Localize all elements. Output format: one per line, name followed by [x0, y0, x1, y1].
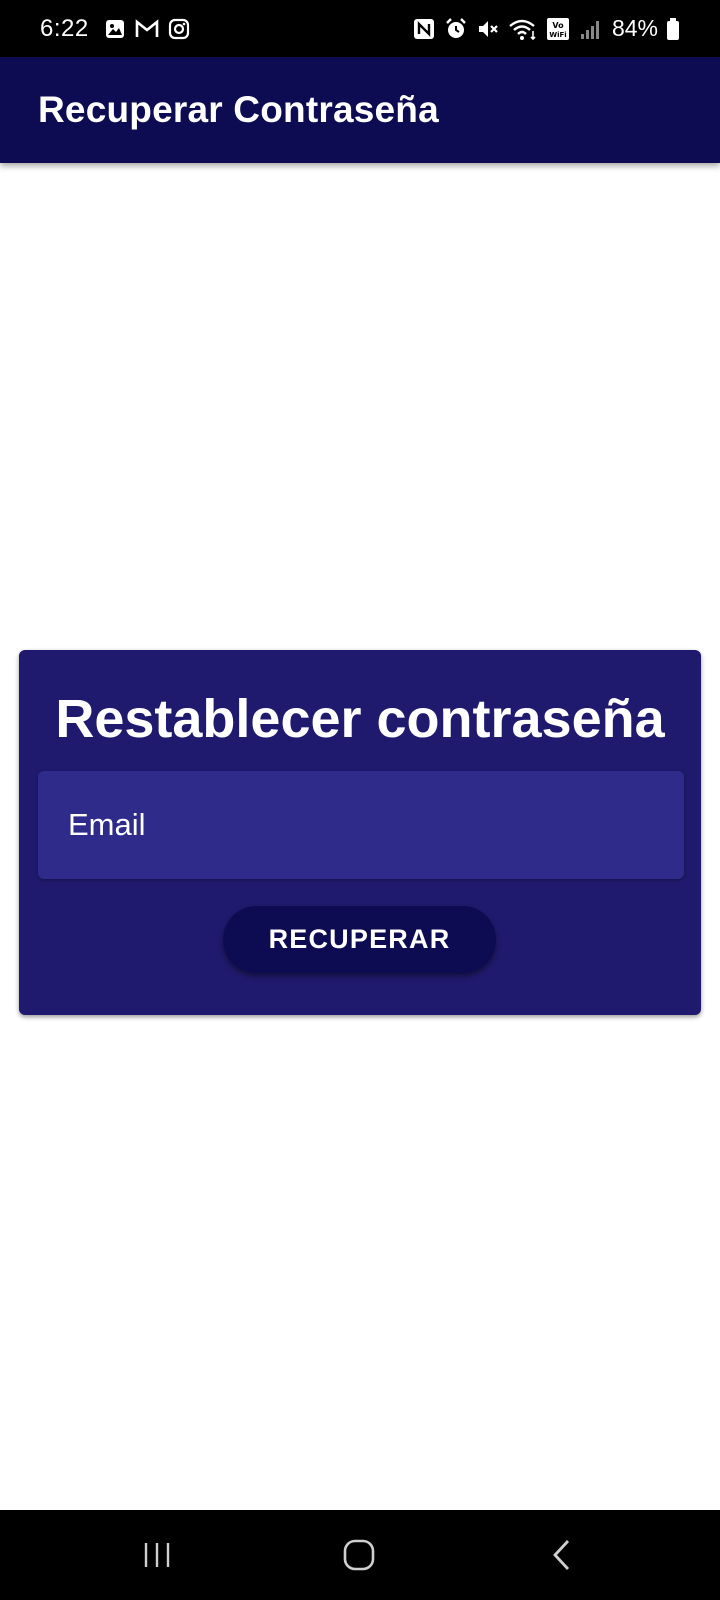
back-icon[interactable]: [536, 1532, 586, 1578]
status-time: 6:22: [40, 14, 89, 42]
gmail-icon: [135, 17, 159, 41]
gallery-icon: [103, 17, 127, 41]
svg-text:Vo: Vo: [552, 21, 564, 30]
email-field[interactable]: [38, 771, 684, 879]
vowifi-icon: Vo WiFi: [546, 17, 570, 41]
status-bar-left: 6:22: [40, 15, 191, 43]
battery-percentage: 84%: [611, 15, 658, 41]
email-input[interactable]: [68, 807, 684, 843]
recover-button[interactable]: RECUPERAR: [223, 906, 496, 973]
mute-icon: [476, 17, 500, 41]
status-bar-right: Vo WiFi 84%: [412, 15, 680, 42]
app-bar-title: Recuperar Contraseña: [38, 89, 439, 130]
card-title: Restablecer contraseña: [55, 689, 665, 749]
battery-icon: [666, 17, 680, 41]
instagram-icon: [167, 17, 191, 41]
svg-text:WiFi: WiFi: [549, 31, 566, 39]
alarm-icon: [444, 17, 468, 41]
signal-icon: [578, 17, 602, 41]
status-bar: 6:22 Vo WiFi 84%: [0, 0, 720, 57]
reset-password-card: Restablecer contraseña RECUPERAR: [19, 650, 701, 1015]
wifi-icon: [508, 17, 538, 41]
recent-apps-icon[interactable]: [132, 1532, 182, 1578]
nfc-icon: [412, 17, 436, 41]
navigation-bar: [0, 1510, 720, 1600]
home-icon[interactable]: [334, 1532, 384, 1578]
app-bar: Recuperar Contraseña: [0, 57, 720, 163]
